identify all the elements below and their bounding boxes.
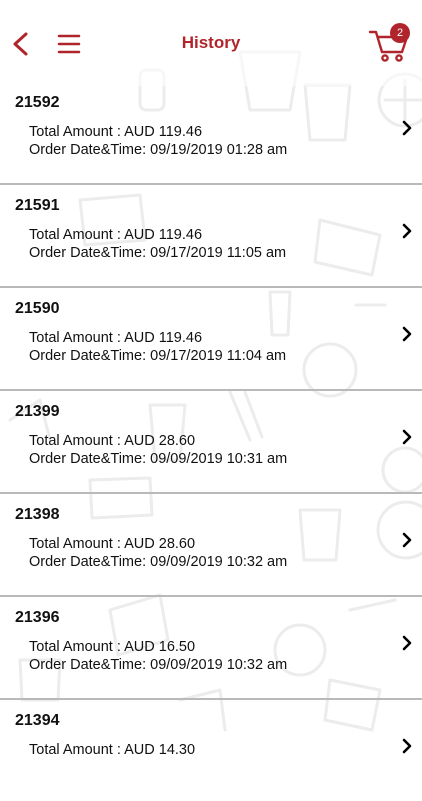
order-date: Order Date&Time: 09/09/2019 10:32 am xyxy=(29,657,288,673)
order-number: 21394 xyxy=(15,712,60,729)
chevron-right-icon xyxy=(402,738,412,754)
order-row[interactable]: 21399 Total Amount : AUD 28.60 Order Dat… xyxy=(0,391,422,494)
order-row[interactable]: 21396 Total Amount : AUD 16.50 Order Dat… xyxy=(0,597,422,700)
chevron-right-icon xyxy=(402,532,412,548)
order-date: Order Date&Time: 09/17/2019 11:05 am xyxy=(29,245,287,261)
order-row[interactable]: 21398 Total Amount : AUD 28.60 Order Dat… xyxy=(0,494,422,597)
order-row[interactable]: 21590 Total Amount : AUD 119.46 Order Da… xyxy=(0,288,422,391)
order-number: 21399 xyxy=(15,403,60,420)
order-row[interactable]: 21592 Total Amount : AUD 119.46 Order Da… xyxy=(0,82,422,185)
order-date: Order Date&Time: 09/09/2019 10:31 am xyxy=(29,451,288,467)
cart-count-badge: 2 xyxy=(390,23,410,43)
order-total: Total Amount : AUD 119.46 xyxy=(29,227,203,243)
order-history-list: 21592 Total Amount : AUD 119.46 Order Da… xyxy=(0,82,422,801)
order-date: Order Date&Time: 09/19/2019 01:28 am xyxy=(29,142,288,158)
order-total: Total Amount : AUD 28.60 xyxy=(29,536,196,552)
chevron-right-icon xyxy=(402,223,412,239)
order-row[interactable]: 21591 Total Amount : AUD 119.46 Order Da… xyxy=(0,185,422,288)
order-total: Total Amount : AUD 119.46 xyxy=(29,124,203,140)
order-date: Order Date&Time: 09/17/2019 11:04 am xyxy=(29,348,287,364)
order-number: 21396 xyxy=(15,609,60,626)
order-number: 21591 xyxy=(15,197,60,214)
order-number: 21590 xyxy=(15,300,60,317)
app-header: History 2 xyxy=(0,0,422,86)
chevron-right-icon xyxy=(402,120,412,136)
chevron-right-icon xyxy=(402,326,412,342)
order-number: 21592 xyxy=(15,94,60,111)
order-total: Total Amount : AUD 14.30 xyxy=(29,742,196,758)
order-date: Order Date&Time: 09/09/2019 10:32 am xyxy=(29,554,288,570)
order-total: Total Amount : AUD 119.46 xyxy=(29,330,203,346)
order-total: Total Amount : AUD 28.60 xyxy=(29,433,196,449)
chevron-right-icon xyxy=(402,429,412,445)
order-total: Total Amount : AUD 16.50 xyxy=(29,639,196,655)
chevron-right-icon xyxy=(402,635,412,651)
order-row[interactable]: 21394 Total Amount : AUD 14.30 xyxy=(0,700,422,801)
page-title: History xyxy=(181,33,241,52)
order-number: 21398 xyxy=(15,506,60,523)
